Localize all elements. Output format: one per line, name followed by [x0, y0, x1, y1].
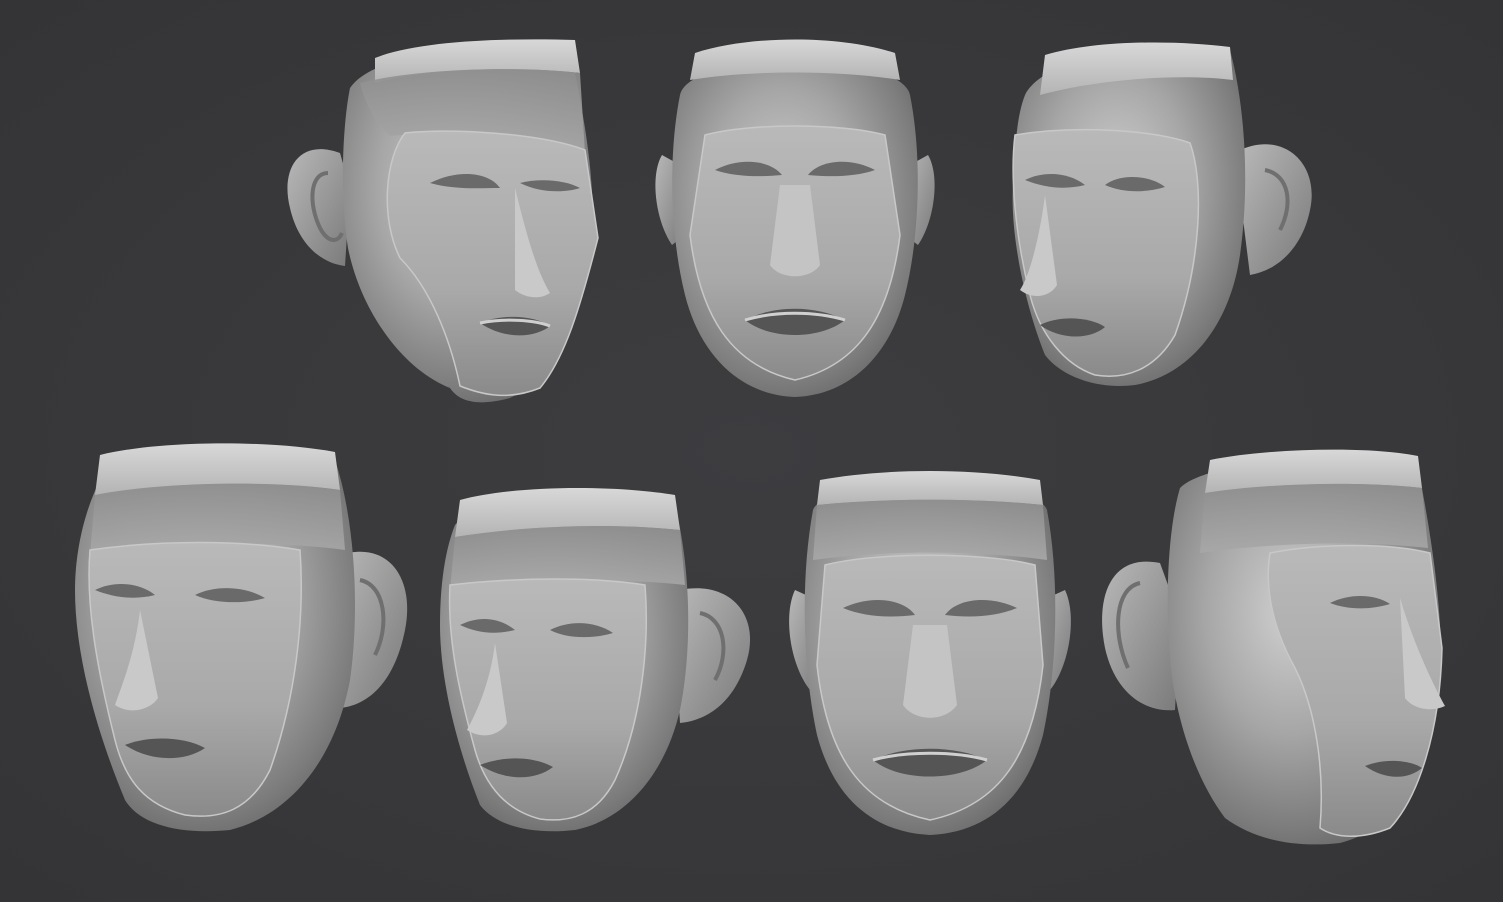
viewport-canvas — [0, 0, 1503, 902]
ear-left — [287, 149, 350, 266]
head-sculpt-4 — [70, 440, 415, 835]
head-sculpt-7 — [1100, 448, 1445, 848]
head-sculpt-1 — [280, 38, 610, 408]
head-sculpt-3 — [1005, 35, 1325, 395]
head-sculpt-2 — [650, 35, 940, 405]
ear-right — [1240, 144, 1312, 275]
head-sculpt-6 — [785, 470, 1075, 840]
head-sculpt-5 — [435, 485, 755, 835]
